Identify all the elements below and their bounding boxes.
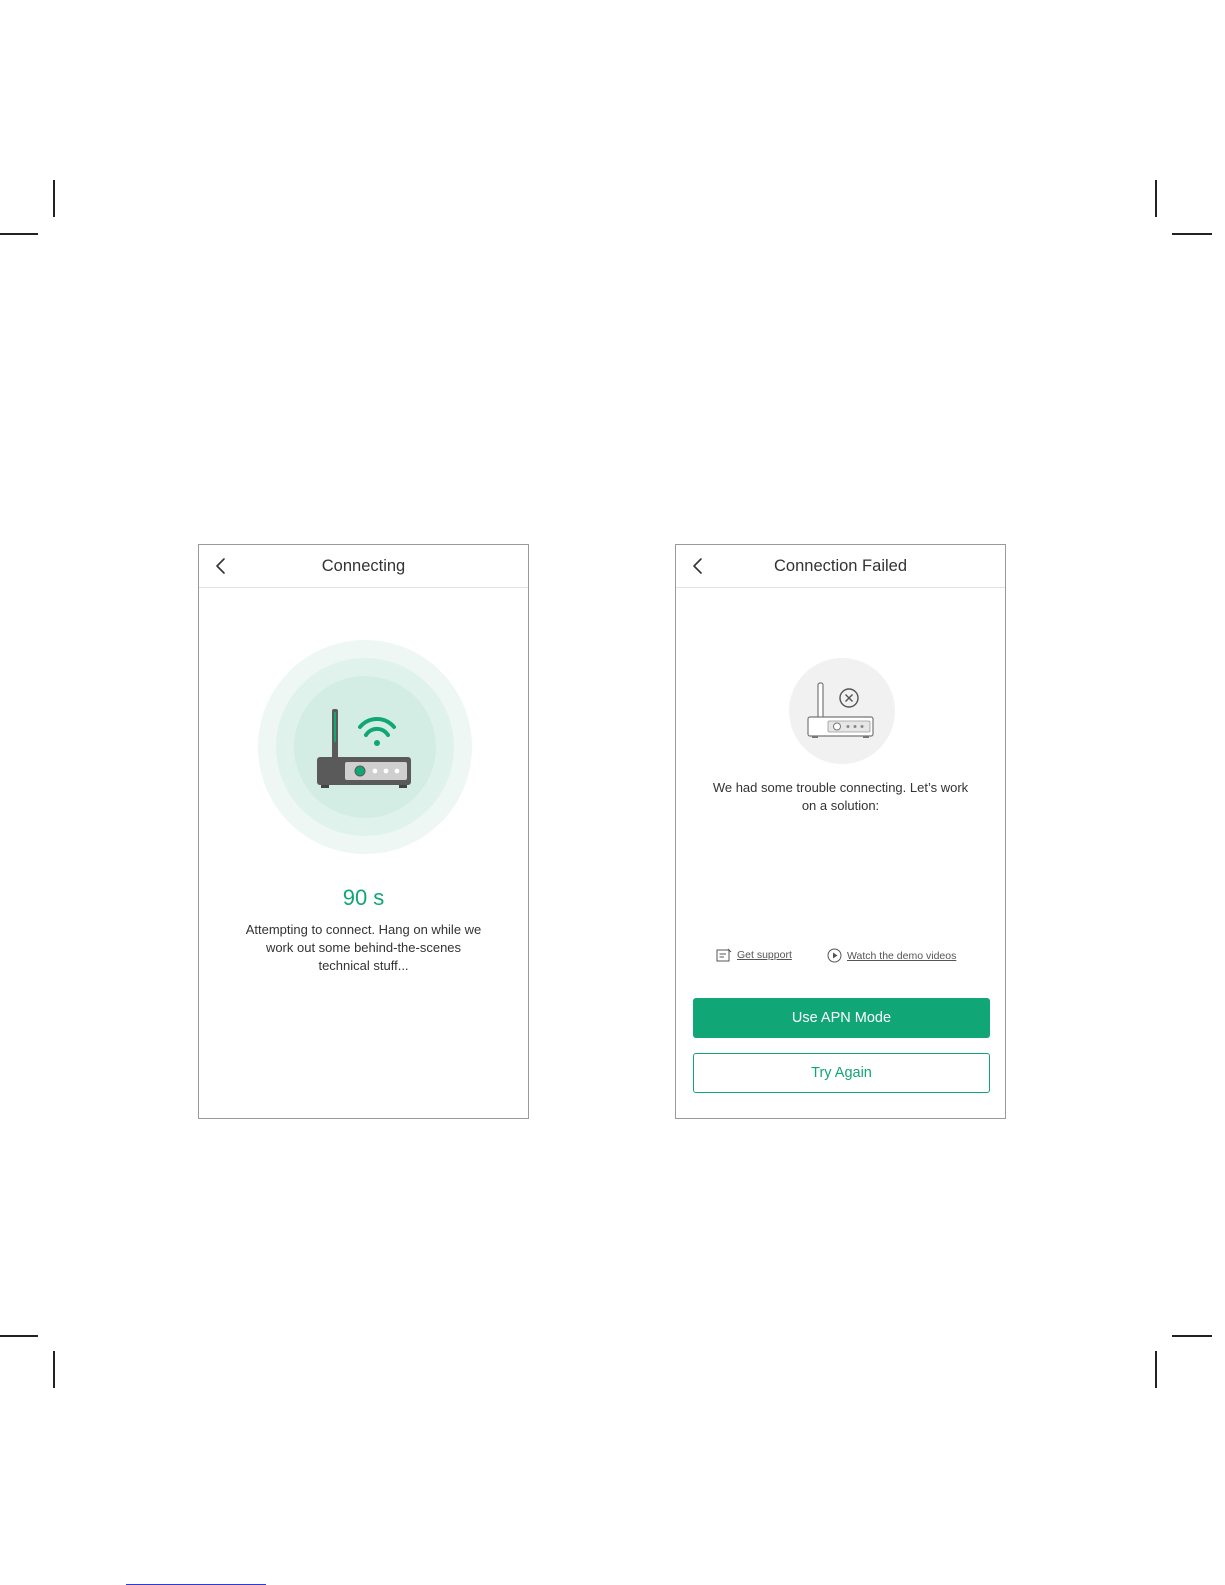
crop-mark [1155,1351,1157,1388]
crop-mark [1155,180,1157,217]
support-doc-icon [716,948,732,962]
get-support-link[interactable]: Get support [716,948,792,962]
status-description: Attempting to connect. Hang on while we … [245,922,482,973]
navbar: Connecting [199,545,528,588]
crop-mark [53,180,55,217]
countdown-timer: 90 s [342,885,385,910]
page-title: Connection Failed [774,557,907,575]
connection-failed-screen: Connection Failed We had some trouble co… [675,544,1006,1119]
watch-demo-videos-label: Watch the demo videos [847,949,957,962]
use-apn-mode-button[interactable]: Use APN Mode [693,998,990,1038]
page-title: Connecting [321,557,406,575]
crop-mark [1172,1335,1212,1337]
router-wifi-icon [258,640,472,854]
navbar: Connection Failed [676,545,1005,588]
crop-mark [0,1335,38,1337]
error-description: We had some trouble connecting. Let’s wo… [712,780,969,813]
try-again-button[interactable]: Try Again [693,1053,990,1093]
get-support-label: Get support [737,949,792,961]
connecting-screen: Connecting 90 s Attempting to connect. H… [198,544,529,1119]
crop-mark [0,233,38,235]
router-error-icon [789,658,895,764]
crop-mark [1172,233,1212,235]
crop-mark [53,1351,55,1388]
watch-demo-videos-link[interactable]: Watch the demo videos [827,948,956,963]
play-circle-icon [827,948,842,963]
